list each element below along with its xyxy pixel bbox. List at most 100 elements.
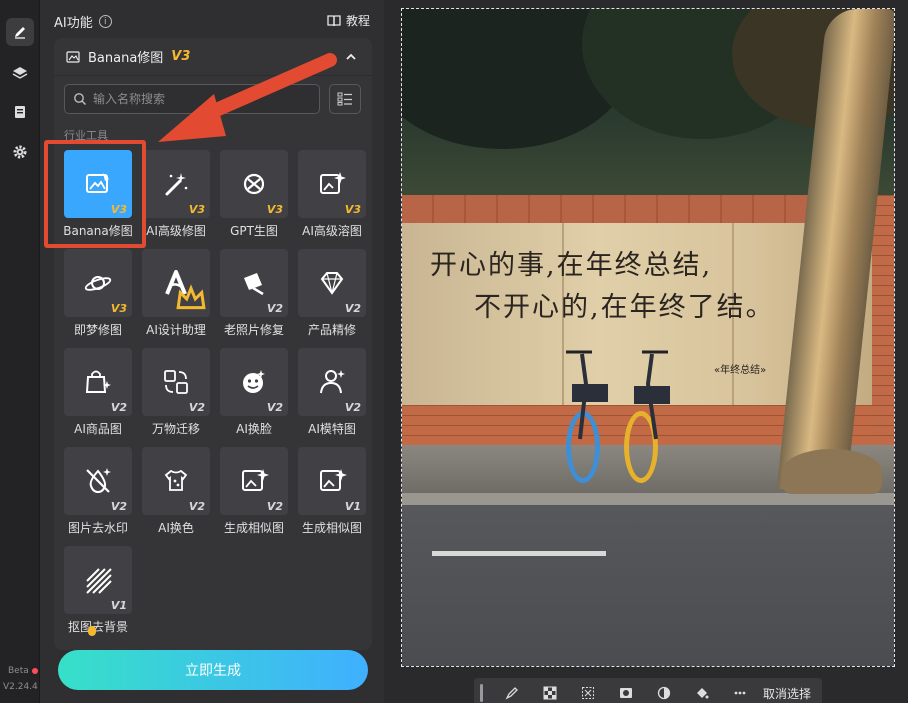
- magic-wand-icon: [165, 173, 188, 196]
- ai-panel: AI功能 i 教程 Banana修图 V3 行业工具: [40, 0, 384, 703]
- tool-label: AI高级溶图: [302, 224, 362, 238]
- drag-handle[interactable]: [480, 684, 483, 702]
- palette-shirt-icon: [164, 469, 188, 491]
- collapse-handle[interactable]: [371, 626, 377, 636]
- tool-label: 即梦修图: [73, 323, 122, 337]
- panel-title: AI功能: [54, 16, 93, 31]
- search-box[interactable]: [64, 84, 320, 114]
- photo-curb: [402, 493, 894, 505]
- tool-ai-design-assistant[interactable]: AI设计助理: [142, 249, 210, 338]
- tool-ai-advanced-retouch[interactable]: V3 AI高级修图: [142, 150, 210, 239]
- tool-tile: [142, 249, 210, 317]
- list-view-toggle[interactable]: [329, 84, 361, 114]
- bucket-icon[interactable]: [683, 679, 721, 703]
- tool-version: V2: [266, 401, 283, 414]
- more-icon[interactable]: [721, 679, 759, 703]
- wall-signature: «年终总结»: [714, 365, 767, 376]
- tool-version: V2: [266, 302, 283, 315]
- tutorial-link[interactable]: 教程: [327, 12, 370, 29]
- chevron-up-icon[interactable]: [344, 50, 358, 64]
- wall-text: 开心的事,在年终总结, 不开心的,在年终了结。: [430, 245, 775, 329]
- tool-jimeng-retouch[interactable]: V3 即梦修图: [64, 249, 132, 338]
- canvas-image[interactable]: 开心的事,在年终总结, 不开心的,在年终了结。 «年终总结»: [401, 8, 895, 667]
- tool-tile: V2: [298, 348, 366, 416]
- image-edit-icon: [66, 50, 80, 63]
- tool-version: V3: [188, 203, 205, 216]
- tool-label: Banana修图: [63, 224, 133, 238]
- select-icon[interactable]: [569, 679, 607, 703]
- similar-image-icon: [320, 469, 347, 491]
- mask-icon[interactable]: [607, 679, 645, 703]
- tool-label: AI商品图: [74, 422, 122, 436]
- tool-ai-face-swap[interactable]: V2 AI换脸: [220, 348, 288, 437]
- tool-object-transfer[interactable]: V2 万物迁移: [142, 348, 210, 437]
- wall-text-line2: 不开心的,在年终了结。: [474, 292, 775, 323]
- photo-restore-icon: [244, 273, 264, 296]
- tool-version: V2: [110, 401, 127, 414]
- brush-icon[interactable]: [6, 18, 34, 46]
- tool-old-photo-restore[interactable]: V2 老照片修复: [220, 249, 288, 338]
- similar-image-icon: [242, 469, 269, 491]
- bottom-toolbar: 取消选择: [474, 678, 822, 703]
- tool-watermark-removal[interactable]: V2 图片去水印: [64, 447, 132, 536]
- tool-name: Banana修图: [88, 51, 164, 66]
- tool-version: V2: [188, 401, 205, 414]
- tool-cutout-background[interactable]: V1 抠图去背景: [64, 546, 132, 635]
- tool-tile: V2: [298, 249, 366, 317]
- tool-tile: V3: [220, 150, 288, 218]
- checker-icon[interactable]: [531, 679, 569, 703]
- deselect-button[interactable]: 取消选择: [763, 685, 811, 702]
- tool-tile: V2: [142, 348, 210, 416]
- gear-icon[interactable]: [6, 138, 34, 166]
- tool-ai-recolor[interactable]: V2 AI换色: [142, 447, 210, 536]
- tool-version: V3: [110, 302, 127, 315]
- tool-tile: V1: [64, 546, 132, 614]
- tool-label: 抠图去背景: [67, 620, 128, 634]
- tool-label: 生成相似图: [301, 521, 362, 535]
- tool-card: Banana修图 V3 行业工具 V3 Banana修图: [54, 38, 372, 650]
- layers-icon[interactable]: [6, 59, 34, 87]
- tool-banana[interactable]: V3 Banana修图: [63, 150, 133, 239]
- tool-label: 老照片修复: [223, 323, 284, 337]
- tool-ai-model-image[interactable]: V2 AI模特图: [298, 348, 366, 437]
- search-input[interactable]: [93, 92, 293, 106]
- notebook-icon[interactable]: [6, 98, 34, 126]
- tool-gpt-image[interactable]: V3 GPT生图: [220, 150, 288, 239]
- face-swap-icon: [243, 370, 265, 393]
- photo-lane-line: [432, 551, 606, 556]
- tool-label: AI换脸: [236, 422, 272, 436]
- tool-version: V3: [171, 49, 191, 64]
- tool-version: V3: [344, 203, 361, 216]
- cutout-icon: [86, 568, 112, 594]
- tool-version: V3: [110, 203, 127, 216]
- photo-tree-base: [782, 449, 882, 494]
- tool-version: V2: [110, 500, 127, 513]
- tool-label: AI换色: [158, 521, 194, 535]
- list-view-icon: [337, 92, 352, 106]
- wall-text-line1: 开心的事,在年终总结,: [430, 250, 713, 281]
- tool-version: V1: [110, 599, 127, 612]
- tool-dropdown[interactable]: Banana修图 V3: [54, 38, 372, 76]
- photo-pillar: [872, 195, 894, 445]
- generate-button[interactable]: 立即生成: [58, 650, 368, 690]
- section-label: 行业工具: [64, 129, 108, 142]
- gem-icon: [320, 272, 344, 295]
- info-icon[interactable]: i: [98, 15, 112, 28]
- tool-version: V1: [344, 500, 361, 513]
- watermark-remove-icon: [86, 468, 111, 494]
- tool-similar-image-v2[interactable]: V2 生成相似图: [220, 447, 288, 536]
- tool-label: AI设计助理: [146, 323, 206, 337]
- tool-ai-advanced-blend[interactable]: V3 AI高级溶图: [298, 150, 366, 239]
- tool-label: 图片去水印: [67, 521, 128, 535]
- contrast-icon[interactable]: [645, 679, 683, 703]
- transfer-icon: [164, 370, 188, 394]
- tool-tile: V2: [220, 447, 288, 515]
- beta-label: Beta: [8, 666, 29, 676]
- tool-ai-product-image[interactable]: V2 AI商品图: [64, 348, 132, 437]
- gpt-knot-icon: [243, 173, 265, 195]
- tool-similar-image-v1[interactable]: V1 生成相似图: [298, 447, 366, 536]
- tool-label: 生成相似图: [223, 521, 284, 535]
- brush-icon[interactable]: [493, 679, 531, 703]
- tool-tile: V3: [64, 249, 132, 317]
- tool-product-retouch[interactable]: V2 产品精修: [298, 249, 366, 338]
